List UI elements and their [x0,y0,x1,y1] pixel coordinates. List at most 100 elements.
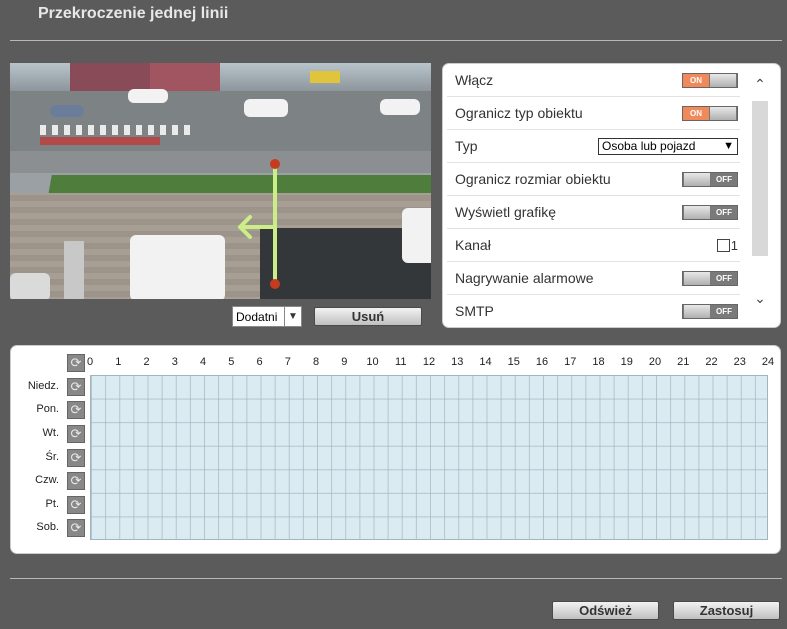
setting-row-limit-object-size: Ogranicz rozmiar obiektu OFF [447,163,740,196]
line-endpoint-top[interactable] [270,159,280,169]
hour-label: 10 [366,356,379,368]
hour-label: 16 [535,356,549,368]
hour-label: 15 [507,356,520,368]
direction-select[interactable]: Dodatni ▼ [232,306,302,327]
hour-label: 14 [479,356,492,368]
chevron-up-icon[interactable]: ⌃ [752,76,768,93]
scrollbar-thumb[interactable] [752,101,768,256]
hour-label: 21 [677,356,690,368]
hour-label: 5 [228,356,235,368]
hour-label: 11 [395,356,407,368]
day-label: Wt. [42,426,60,439]
hour-label: 8 [312,356,320,368]
setting-row-enable: Włącz ON [447,64,740,97]
hour-label: 18 [592,356,605,368]
toggle-state-off: OFF [711,172,737,186]
setting-label: SMTP [455,303,494,319]
limit-object-size-toggle[interactable]: OFF [682,171,738,187]
settings-scrollbar[interactable]: ⌃ ⌄ [752,76,768,316]
copy-all-icon[interactable]: ⟳ [67,354,85,372]
line-endpoint-bottom[interactable] [270,279,280,289]
hour-label: 19 [620,356,633,368]
setting-label: Typ [455,138,478,154]
apply-button[interactable]: Zastosuj [673,601,780,620]
smtp-toggle[interactable]: OFF [682,303,738,319]
setting-row-smtp: SMTP OFF [447,295,740,327]
setting-label: Ogranicz typ obiektu [455,105,583,121]
enable-toggle[interactable]: ON [682,72,738,88]
scene-bike-lane [40,137,160,145]
day-label: Pt. [45,497,59,510]
setting-label: Wyświetl grafikę [455,204,557,220]
scene-ticket-machine [64,241,84,299]
toggle-state-off: OFF [711,304,737,318]
scene-grass [48,175,431,195]
hour-label: 0 [86,356,94,368]
hour-label: 23 [733,356,746,368]
chevron-down-icon[interactable]: ⌄ [752,290,768,307]
hour-label: 22 [705,356,718,368]
toggle-state-off: OFF [711,205,737,219]
day-label: Niedz. [27,379,59,392]
object-type-select[interactable]: Osoba lub pojazd ▼ [598,137,738,155]
camera-preview[interactable] [10,63,431,299]
scene-car [128,89,168,103]
scene-car [244,99,288,117]
copy-day-icon[interactable]: ⟳ [67,377,85,396]
alarm-recording-toggle[interactable]: OFF [682,270,738,286]
copy-day-icon[interactable]: ⟳ [67,495,85,514]
setting-row-channel: Kanał 1 [447,229,740,262]
schedule-panel: ⟳ 0 1 2 3 4 5 6 7 8 9 10 11 12 13 14 15 16 17 18 19 20 21 22 23… [10,345,781,554]
hour-label: 6 [256,356,263,368]
scene-car [402,208,431,263]
schedule-grid[interactable] [90,375,768,540]
copy-day-icon[interactable]: ⟳ [67,519,85,538]
day-label: Śr. [45,450,59,463]
hour-label: 20 [648,356,662,368]
scene-road-lane [10,151,431,173]
chevron-down-icon: ▼ [284,307,301,326]
hour-label: 12 [422,356,436,368]
setting-row-type: Typ Osoba lub pojazd ▼ [447,130,740,163]
hour-label: 13 [451,356,464,368]
refresh-button[interactable]: Odśwież [552,601,659,620]
channel-checkbox[interactable]: 1 [716,237,738,253]
copy-day-icon[interactable]: ⟳ [67,401,85,420]
toggle-state-on: ON [683,106,709,120]
hour-label: 3 [171,356,178,368]
scene-gas-station-roof [310,71,340,83]
settings-panel: Włącz ON Ogranicz typ obiektu ON Typ Oso… [442,63,781,328]
checkbox-box[interactable] [716,238,730,252]
hour-label: 4 [199,356,207,368]
divider [10,578,782,579]
limit-object-type-toggle[interactable]: ON [682,105,738,121]
object-type-value: Osoba lub pojazd [602,139,696,153]
copy-day-icon[interactable]: ⟳ [67,472,85,491]
toggle-knob [683,205,711,219]
setting-label: Nagrywanie alarmowe [455,270,594,286]
direction-select-value: Dodatni [236,309,278,324]
divider [10,40,782,41]
scene-car [50,105,84,117]
copy-day-icon[interactable]: ⟳ [67,424,85,443]
delete-button[interactable]: Usuń [314,307,422,326]
setting-row-limit-object-type: Ogranicz typ obiektu ON [447,97,740,130]
toggle-knob [683,271,711,285]
setting-label: Włącz [455,72,494,88]
toggle-knob [683,304,711,318]
hour-label: 7 [284,356,291,368]
hour-label: 2 [143,356,150,368]
setting-row-alarm-recording: Nagrywanie alarmowe OFF [447,262,740,295]
hour-label: 17 [564,356,577,368]
toggle-state-on: ON [683,73,709,87]
copy-day-icon[interactable]: ⟳ [67,448,85,467]
hour-label: 1 [115,356,122,368]
show-graphic-toggle[interactable]: OFF [682,204,738,220]
toggle-knob [709,106,737,120]
scene-car [130,235,225,299]
direction-arrow-icon [238,215,276,239]
hour-label: 24 [761,356,775,368]
channel-number: 1 [730,237,738,253]
chevron-down-icon: ▼ [723,140,734,152]
scene-car [10,273,50,299]
